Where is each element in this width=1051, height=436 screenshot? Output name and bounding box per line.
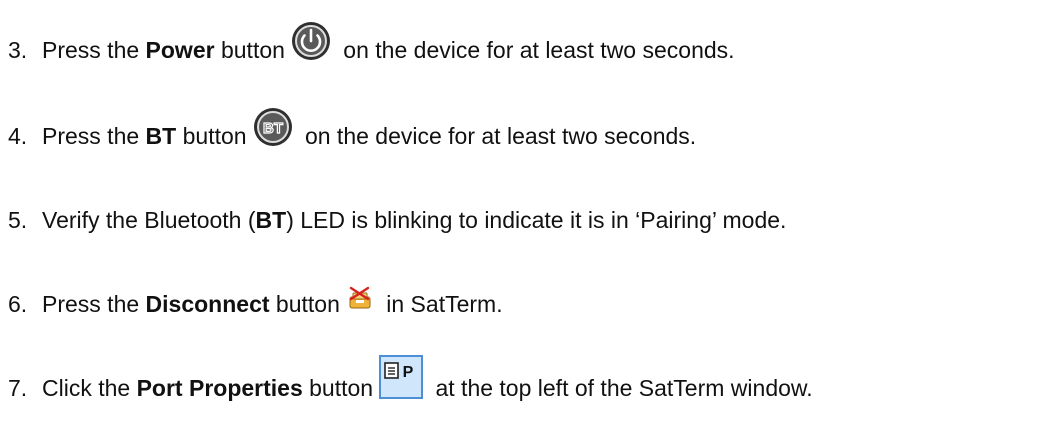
bluetooth-bt-icon: BT — [253, 107, 293, 147]
step-5: 5. Verify the Bluetooth ( BT ) LED is bl… — [0, 206, 1051, 234]
step-text-post: ) LED is blinking to indicate it is in ‘… — [286, 207, 787, 233]
step-text-post: at the top left of the SatTerm window. — [429, 375, 813, 401]
step-text-pre: Press the — [42, 291, 146, 317]
step-bold-term: BT — [255, 207, 287, 233]
step-7: 7. Click the Port Properties button P at… — [0, 355, 1051, 402]
port-icon-text: P — [403, 364, 414, 381]
port-properties-icon: P — [379, 355, 424, 399]
step-text-post: on the device for at least two seconds. — [336, 37, 735, 63]
step-text-pre: Press the — [42, 123, 146, 149]
step-text-post: in SatTerm. — [379, 291, 503, 317]
bt-icon-text: BT — [263, 120, 283, 137]
step-bold-term: Port Properties — [136, 375, 303, 401]
step-bold-term: BT — [145, 123, 177, 149]
step-text-mid: button — [214, 37, 285, 63]
step-text-pre: Click the — [42, 375, 137, 401]
step-6: 6. Press the Disconnect button in SatTer… — [0, 286, 1051, 318]
step-bold-term: Power — [145, 37, 215, 63]
step-text-post: on the device for at least two seconds. — [298, 123, 697, 149]
step-text-mid: button — [176, 123, 247, 149]
disconnect-icon — [346, 285, 374, 313]
step-number: 3. — [8, 37, 28, 63]
step-number: 4. — [8, 123, 28, 149]
step-number: 5. — [8, 207, 28, 233]
step-3: 3. Press the Power button on the device … — [0, 22, 1051, 64]
step-number: 6. — [8, 291, 28, 317]
power-icon — [291, 21, 331, 61]
step-text-mid: button — [302, 375, 374, 401]
step-number: 7. — [8, 375, 28, 401]
step-text-pre: Verify the Bluetooth ( — [42, 207, 256, 233]
step-bold-term: Disconnect — [145, 291, 270, 317]
step-4: 4. Press the BT button BT on the device … — [0, 108, 1051, 150]
step-text-mid: button — [269, 291, 340, 317]
step-text-pre: Press the — [42, 37, 146, 63]
